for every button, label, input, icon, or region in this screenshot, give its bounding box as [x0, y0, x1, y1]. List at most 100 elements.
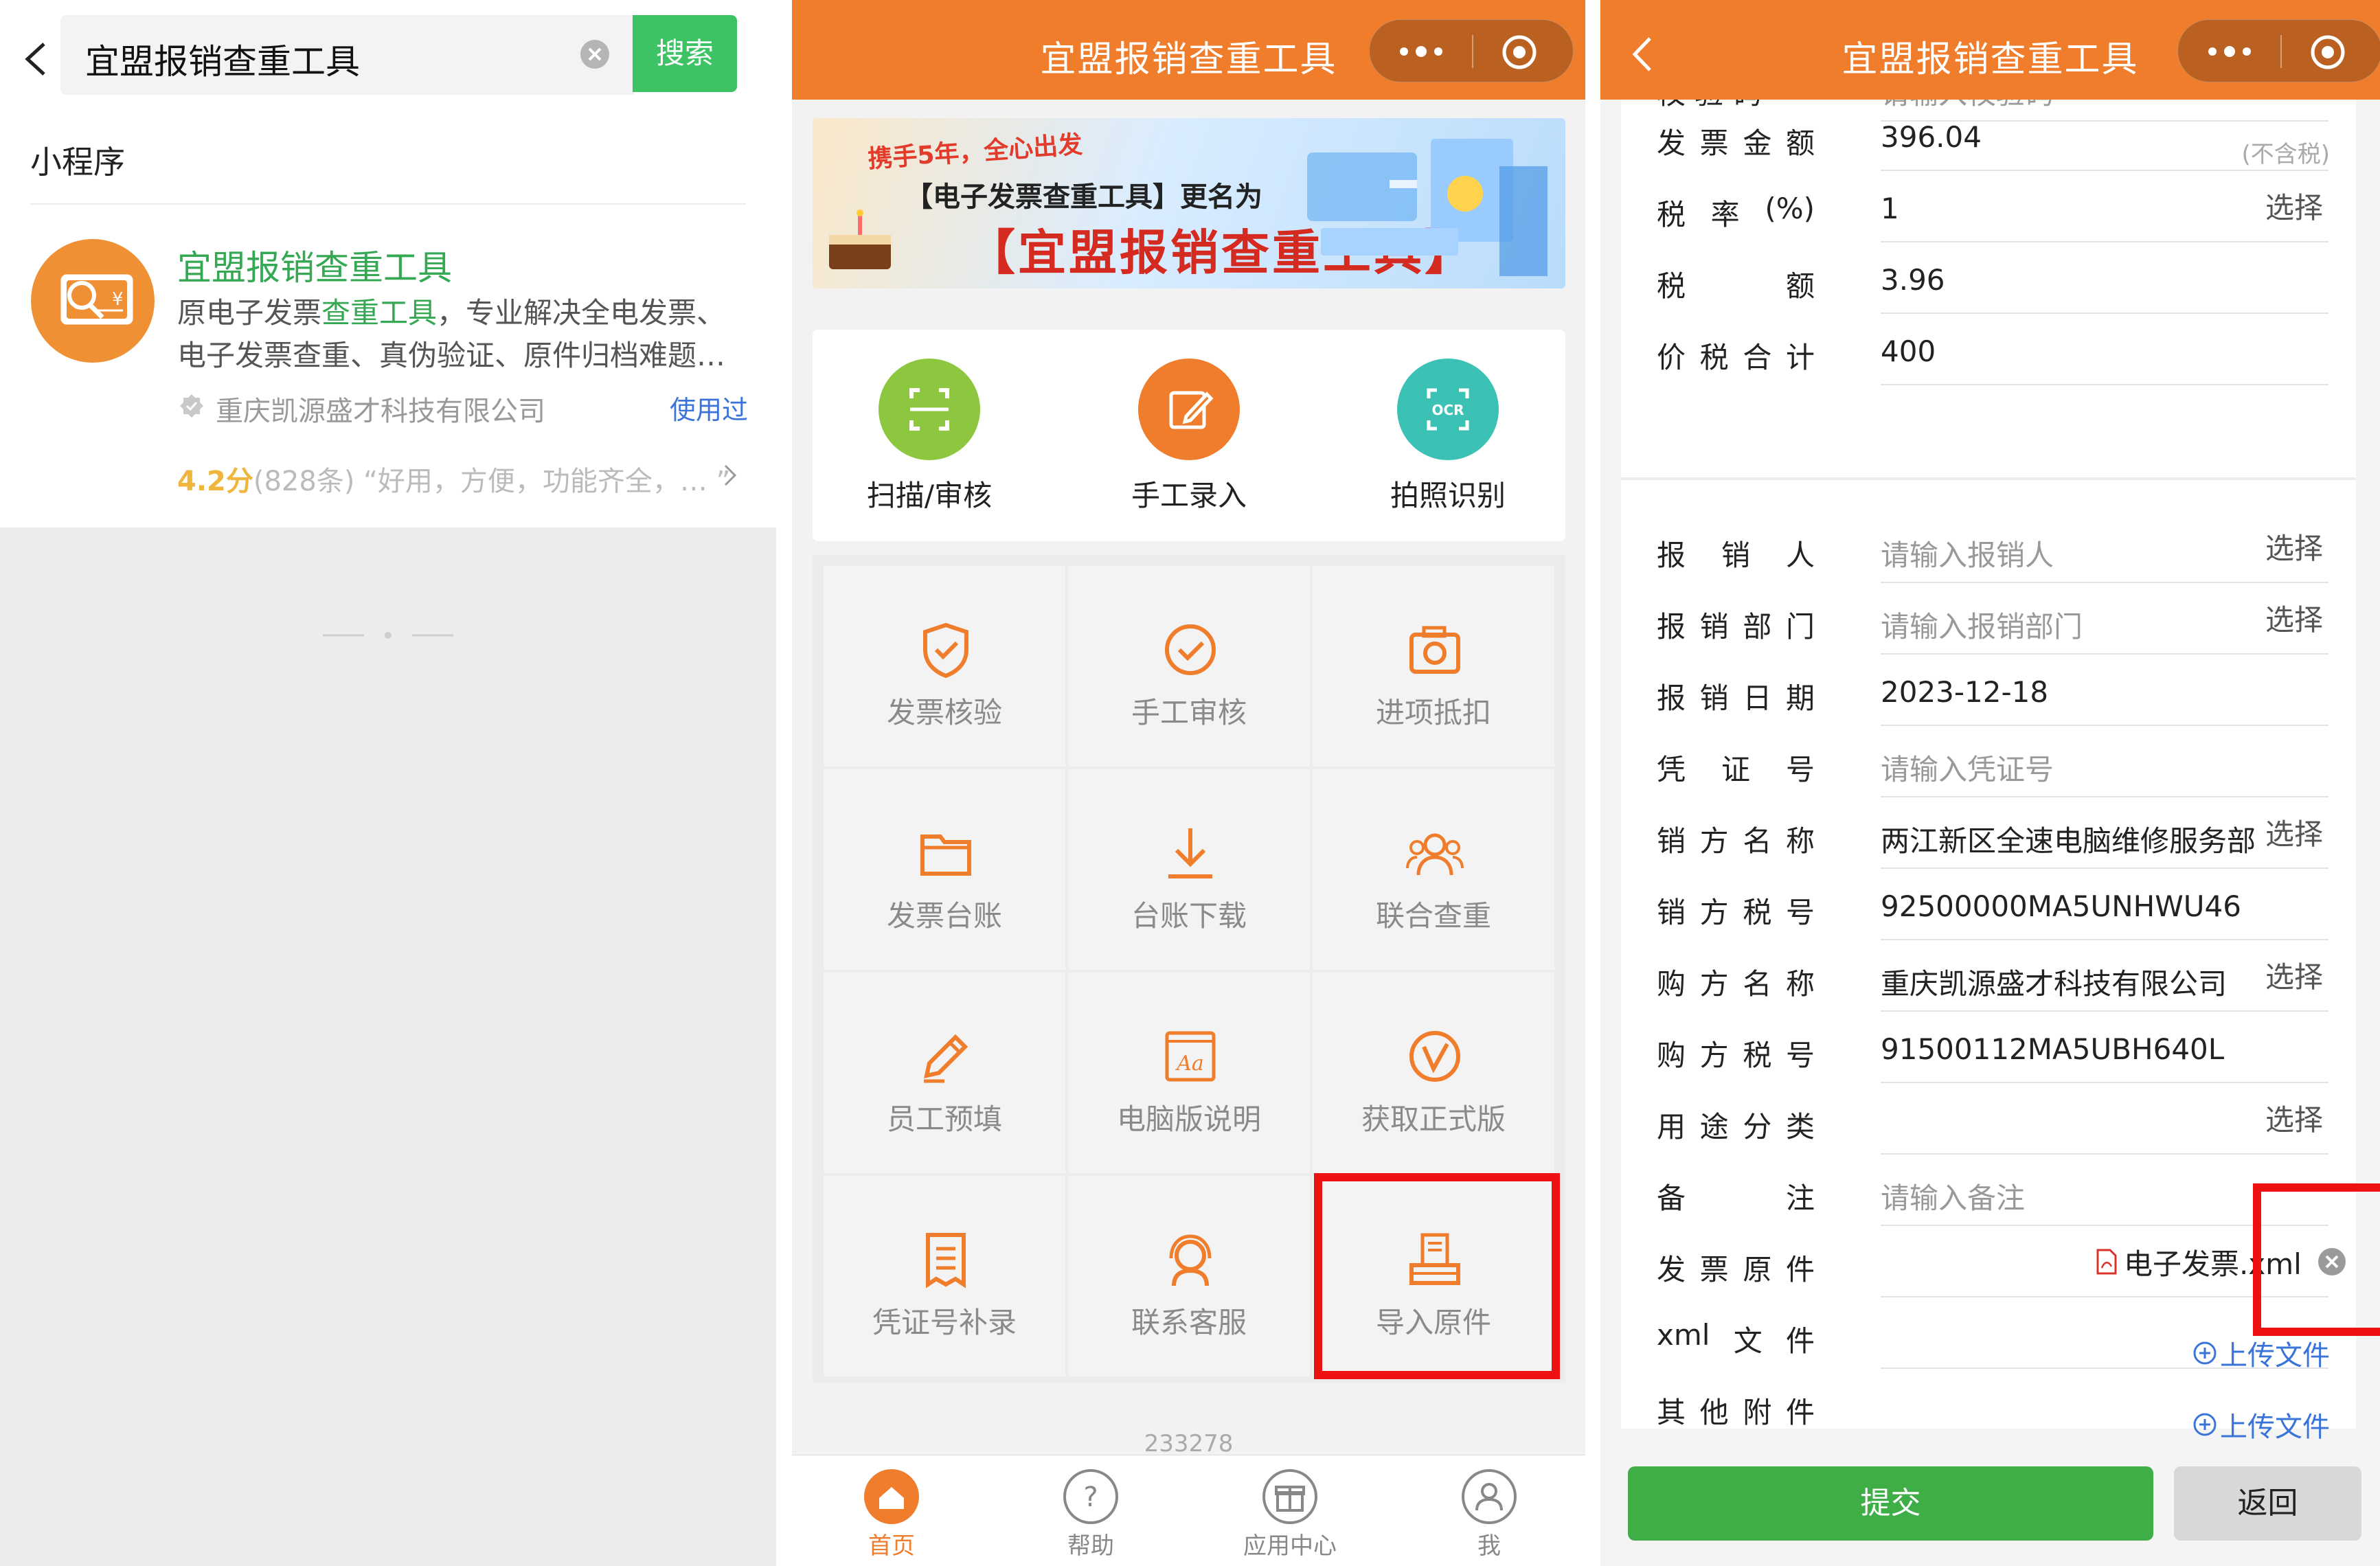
feature-joint-dedup[interactable]: 联合查重 [1313, 769, 1554, 970]
feature-invoice-verify[interactable]: 发票核验 [824, 566, 1065, 767]
field-value[interactable]: 请输入备注 [1881, 1175, 2025, 1217]
back-arrow-icon[interactable] [21, 40, 51, 78]
field-underline [1881, 384, 2328, 385]
quick-ocr[interactable]: OCR 拍照识别 [1362, 359, 1534, 514]
label-char: 称 [1785, 824, 1815, 858]
capsule-divider [1472, 35, 1473, 68]
tab-app-center[interactable]: 应用中心 [1221, 1468, 1359, 1561]
label-char: 税 [1743, 896, 1772, 929]
field-value[interactable]: 请输入报销部门 [1881, 604, 2083, 646]
feature-manual-review[interactable]: 手工审核 [1068, 566, 1310, 767]
form-row: 税额 3.96 [1621, 242, 2356, 314]
chevron-right-icon[interactable] [721, 462, 739, 489]
field-value[interactable]: 400 [1881, 334, 1936, 368]
form-row: 购方税号 91500112MA5UBH640L [1621, 1012, 2356, 1083]
section-divider [1621, 477, 2356, 480]
tab-help[interactable]: ? 帮助 [1022, 1468, 1159, 1561]
field-value[interactable]: 请输入凭证号 [1881, 747, 2054, 788]
select-button[interactable]: 选择 [2265, 954, 2323, 996]
upload-attachment-button[interactable]: 上传文件 [2192, 1405, 2330, 1444]
plus-circle-icon [2192, 1412, 2217, 1437]
search-results: 宜盟报销查重工具 搜索 小程序 ¥ 宜盟报销查重工具 原电子发票查重工具，专业解… [0, 0, 776, 527]
field-note: (不含税) [2241, 141, 2330, 168]
tab-label: 应用中心 [1243, 1532, 1337, 1560]
field-value[interactable]: 92500000MA5UNHWU46 [1881, 889, 2241, 923]
label-char: 合 [1743, 341, 1772, 374]
submit-button[interactable]: 提交 [1628, 1466, 2153, 1541]
field-label: 报销人 [1657, 532, 1815, 574]
label-char: 称 [1785, 967, 1815, 1001]
field-value[interactable]: 91500112MA5UBH640L [1881, 1032, 2224, 1066]
close-mini-program-icon[interactable] [2309, 33, 2347, 71]
feature-invoice-ledger[interactable]: 发票台账 [824, 769, 1065, 970]
app-logo[interactable]: ¥ [31, 239, 155, 363]
label-char: 发 [1657, 126, 1686, 160]
highlight-original-file [2253, 1183, 2380, 1336]
field-value[interactable]: 两江新区全速电脑维修服务部 [1881, 818, 2256, 860]
nav-bar: 宜盟报销查重工具 [1600, 0, 2380, 100]
feature-voucher-supplement[interactable]: 凭证号补录 [824, 1176, 1065, 1376]
nav-bar: 宜盟报销查重工具 [792, 0, 1585, 100]
label-char: 销 [1657, 896, 1686, 929]
field-label: xml 文件 [1657, 1318, 1815, 1360]
font-icon: Aa [1161, 1028, 1219, 1085]
tab-me[interactable]: 我 [1420, 1468, 1558, 1561]
label-char: 途 [1699, 1110, 1729, 1144]
form-row: 购方名称 重庆凯源盛才科技有限公司 选择 [1621, 940, 2356, 1012]
label-char: 用 [1657, 1110, 1686, 1144]
select-button[interactable]: 选择 [2265, 597, 2323, 639]
feature-employee-prefill[interactable]: 员工预填 [824, 973, 1065, 1173]
select-button[interactable]: 选择 [2265, 1097, 2323, 1139]
quick-scan-review[interactable]: 扫描/审核 [843, 359, 1015, 514]
label-char: 税 [1657, 198, 1686, 231]
label-char: 名 [1743, 824, 1772, 858]
field-xml-file: xml 文件 上传文件 [1621, 1297, 2356, 1372]
field-value[interactable]: 1 [1881, 192, 1899, 225]
users-icon [1406, 824, 1464, 882]
feature-label: 台账下载 [1131, 899, 1247, 933]
label-char: 名 [1743, 967, 1772, 1001]
file-icon [2095, 1249, 2118, 1275]
field-value[interactable]: 重庆凯源盛才科技有限公司 [1881, 961, 2227, 1003]
rating[interactable]: 4.2分(828条) “好用，方便，功能齐全，… ” [177, 459, 730, 499]
banner-illustration-icon [1293, 125, 1554, 283]
label-char: 号 [1785, 1039, 1815, 1072]
tab-home[interactable]: 首页 [823, 1468, 960, 1561]
feature-contact-support[interactable]: 联系客服 [1068, 1176, 1310, 1376]
feature-ledger-download[interactable]: 台账下载 [1068, 769, 1310, 970]
search-panel: 宜盟报销查重工具 搜索 小程序 ¥ 宜盟报销查重工具 原电子发票查重工具，专业解… [0, 0, 776, 1566]
feature-label: 进项抵扣 [1375, 696, 1491, 729]
select-button[interactable]: 选择 [2265, 525, 2323, 567]
clear-icon[interactable] [579, 38, 611, 70]
field-label: 报销部门 [1657, 604, 1815, 646]
search-input[interactable]: 宜盟报销查重工具 [60, 15, 634, 95]
select-button[interactable]: 选择 [2265, 811, 2323, 853]
label-char: 报 [1657, 538, 1686, 572]
label-char: 分 [1743, 1110, 1772, 1144]
more-icon[interactable] [2206, 39, 2254, 64]
more-icon[interactable] [1397, 39, 1445, 64]
back-button[interactable]: 返回 [2174, 1466, 2361, 1541]
feature-pc-guide[interactable]: Aa 电脑版说明 [1068, 973, 1310, 1173]
label-char: xml [1657, 1318, 1710, 1352]
label-char: 票 [1699, 1253, 1729, 1286]
search-query: 宜盟报销查重工具 [85, 42, 360, 82]
feature-input-deduction[interactable]: 进项抵扣 [1313, 566, 1554, 767]
field-value[interactable]: 3.96 [1881, 263, 1945, 297]
pencil-icon [917, 1028, 975, 1085]
close-mini-program-icon[interactable] [1500, 33, 1539, 71]
quick-manual-entry[interactable]: 手工录入 [1103, 359, 1275, 514]
feature-get-pro[interactable]: 获取正式版 [1313, 973, 1554, 1173]
feature-label: 电脑版说明 [1116, 1102, 1261, 1136]
field-value[interactable]: 396.04 [1881, 120, 1982, 154]
select-button[interactable]: 选择 [2265, 185, 2323, 227]
search-button[interactable]: 搜索 [633, 15, 737, 92]
form-row: 税率 (%) 1 选择 [1621, 171, 2356, 242]
label-char: 日 [1743, 681, 1772, 715]
field-value[interactable]: 请输入报销人 [1881, 532, 2054, 574]
app-name[interactable]: 宜盟报销查重工具 [177, 240, 452, 290]
field-value[interactable]: 2023-12-18 [1881, 675, 2048, 709]
label-char: 方 [1699, 967, 1729, 1001]
promo-banner[interactable]: 携手5年，全心出发 【电子发票查重工具】更名为 【宜盟报销查重工具】 [813, 118, 1565, 288]
divider [30, 203, 746, 205]
